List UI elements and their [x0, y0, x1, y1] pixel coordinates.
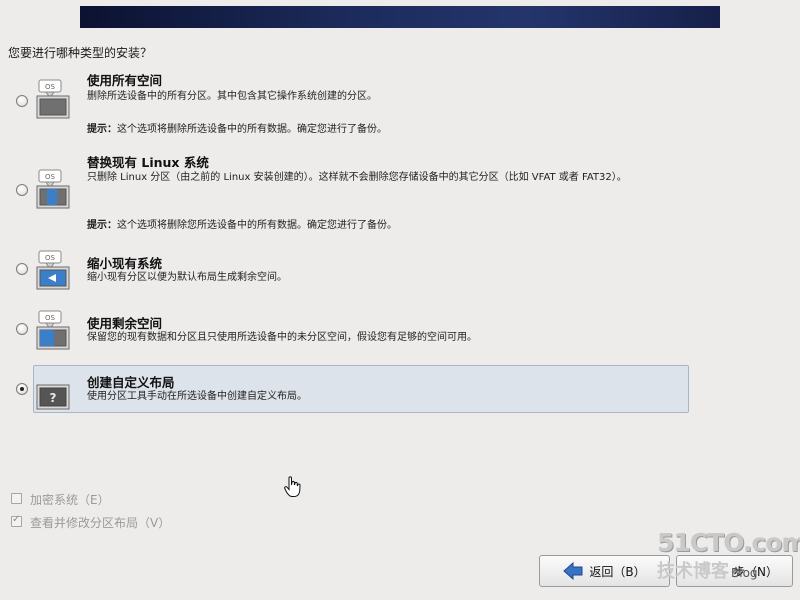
- note-label: 提示：: [87, 220, 117, 231]
- option-description: 删除所选设备中的所有分区。其中包含其它操作系统创建的分区。: [87, 91, 377, 102]
- radio-shrink-system[interactable]: [16, 263, 28, 275]
- option-description: 只删除 Linux 分区（由之前的 Linux 安装创建的）。这样就不会删除您存…: [87, 172, 627, 183]
- option-custom-layout[interactable]: ? 创建自定义布局 使用分区工具手动在所选设备中创建自定义布局。: [33, 365, 689, 413]
- back-button[interactable]: 返回（B）: [539, 555, 670, 587]
- custom-layout-icon: ?: [36, 384, 70, 410]
- back-arrow-icon: [563, 562, 583, 580]
- note-label: 提示：: [87, 124, 117, 135]
- option-note: 提示：这个选项将删除所选设备中的所有数据。确定您进行了备份。: [87, 120, 387, 135]
- os-label: OS: [45, 314, 56, 322]
- radio-custom-layout[interactable]: [16, 383, 28, 395]
- question-mark: ?: [50, 391, 57, 405]
- os-disk-use-all-icon: OS: [36, 79, 70, 119]
- option-description: 使用分区工具手动在所选设备中创建自定义布局。: [87, 391, 307, 402]
- note-text: 这个选项将删除所选设备中的所有数据。确定您进行了备份。: [117, 124, 387, 135]
- option-description: 保留您的现有数据和分区且只使用所选设备中的未分区空间，假设您有足够的空间可用。: [87, 332, 477, 343]
- option-title: 使用所有空间: [87, 73, 163, 88]
- review-layout-checkbox[interactable]: [11, 514, 22, 527]
- next-button[interactable]: 步（N）: [676, 555, 793, 587]
- os-disk-shrink-icon: OS: [36, 250, 70, 290]
- back-button-label: 返回（B）: [589, 564, 646, 579]
- radio-use-all-space[interactable]: [16, 95, 28, 107]
- encrypt-system-label: 加密系统（E）: [30, 493, 110, 507]
- os-label: OS: [45, 254, 56, 262]
- option-replace-linux[interactable]: OS 替换现有 Linux 系统 只删除 Linux 分区（由之前的 Linux…: [33, 146, 689, 236]
- option-description: 缩小现有分区以便为默认布局生成剩余空间。: [87, 272, 287, 283]
- install-type-question: 您要进行哪种类型的安装？: [8, 46, 153, 60]
- option-shrink-system[interactable]: OS 缩小现有系统 缩小现有分区以便为默认布局生成剩余空间。: [33, 246, 689, 294]
- os-disk-replace-icon: OS: [36, 169, 70, 209]
- radio-replace-linux[interactable]: [16, 184, 28, 196]
- header-banner: [80, 6, 720, 28]
- os-label: OS: [45, 173, 56, 181]
- option-note: 提示：这个选项将删除您所选设备中的所有数据。确定您进行了备份。: [87, 216, 397, 231]
- review-layout-label: 查看并修改分区布局（V）: [30, 516, 171, 530]
- note-text: 这个选项将删除您所选设备中的所有数据。确定您进行了备份。: [117, 220, 397, 231]
- hand-cursor-icon: [284, 476, 301, 497]
- radio-use-free-space[interactable]: [16, 323, 28, 335]
- encrypt-system-checkbox[interactable]: [11, 493, 22, 504]
- next-button-label: 步（N）: [733, 564, 778, 579]
- watermark-domain: 51CTO.com: [657, 528, 800, 557]
- option-use-all-space[interactable]: OS 使用所有空间 删除所选设备中的所有分区。其中包含其它操作系统创建的分区。 …: [33, 64, 689, 140]
- os-label: OS: [45, 83, 56, 91]
- option-use-free-space[interactable]: OS 使用剩余空间 保留您的现有数据和分区且只使用所选设备中的未分区空间，假设您…: [33, 306, 689, 354]
- os-disk-free-space-icon: OS: [36, 310, 70, 350]
